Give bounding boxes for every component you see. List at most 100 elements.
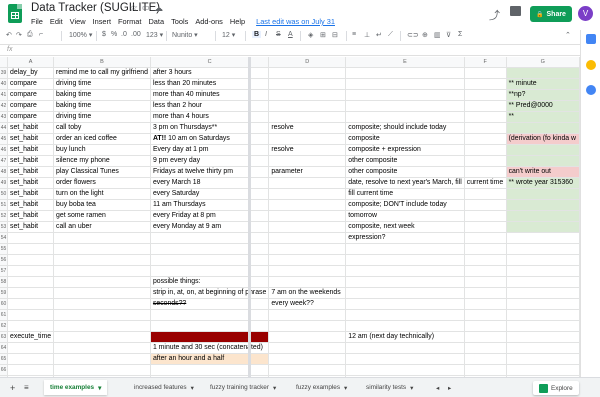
redo-icon[interactable]: ↷ [16, 31, 22, 39]
percent-format-button[interactable]: % [111, 31, 117, 38]
text-color-button[interactable]: A [288, 31, 293, 38]
cell-a[interactable] [7, 243, 55, 255]
row-header[interactable]: 59 [0, 287, 9, 299]
row-header[interactable]: 49 [0, 177, 9, 189]
avatar[interactable]: V [578, 6, 593, 21]
cell-b[interactable]: buy lunch [53, 144, 151, 156]
cell-a[interactable] [7, 353, 55, 365]
cell-e[interactable]: composite + expression [345, 144, 465, 156]
cell-e[interactable]: composite; should include today [345, 122, 465, 134]
cell-e[interactable] [345, 254, 465, 266]
row-header[interactable]: 62 [0, 320, 9, 332]
cell-g[interactable]: **np? [506, 89, 580, 101]
cell-c[interactable]: strip in, at, on, at beginning of phrase [150, 287, 270, 299]
cell-b[interactable]: get some ramen [53, 210, 151, 222]
row-header[interactable]: 61 [0, 309, 9, 321]
menu-item-addons[interactable]: Add-ons [195, 17, 223, 29]
cell-d[interactable] [268, 320, 347, 332]
chevron-down-icon[interactable]: ▾ [191, 384, 194, 392]
cell-c[interactable]: Fridays at twelve thirty pm [150, 166, 270, 178]
row-header[interactable]: 40 [0, 78, 9, 90]
cell-g[interactable] [506, 342, 580, 354]
row-header[interactable]: 54 [0, 232, 9, 244]
column-header-e[interactable]: E [345, 57, 465, 68]
column-header-b[interactable]: B [53, 57, 151, 68]
cell-c[interactable]: 3 pm on Thursdays** [150, 122, 270, 134]
cell-a[interactable]: compare [7, 78, 55, 90]
cell-c[interactable]: every Friday at 8 pm [150, 210, 270, 222]
cell-d[interactable] [268, 155, 347, 167]
row-header[interactable]: 56 [0, 254, 9, 266]
chevron-down-icon[interactable]: ▾ [98, 384, 101, 392]
cell-a[interactable]: compare [7, 111, 55, 123]
cell-f[interactable] [464, 210, 507, 222]
cell-c[interactable]: less than 20 minutes [150, 78, 270, 90]
cell-e[interactable]: fill current time [345, 188, 465, 200]
tasks-icon[interactable] [586, 85, 596, 95]
cell-a[interactable] [7, 287, 55, 299]
cell-f[interactable] [464, 353, 507, 365]
cell-g[interactable]: can't write out [506, 166, 580, 178]
cell-a[interactable]: compare [7, 100, 55, 112]
cell-b[interactable] [53, 342, 151, 354]
cell-c[interactable]: every March 18 [150, 177, 270, 189]
cell-c[interactable]: every Monday at 9 am [150, 221, 270, 233]
cell-d[interactable] [268, 309, 347, 321]
cell-a[interactable]: set_habit [7, 144, 55, 156]
cell-f[interactable] [464, 320, 507, 332]
move-folder-icon[interactable]: ▭ [142, 3, 150, 12]
row-header[interactable]: 43 [0, 111, 9, 123]
column-header-c[interactable]: C [150, 57, 270, 68]
cell-f[interactable] [464, 155, 507, 167]
italic-button[interactable]: I [265, 31, 267, 38]
cell-c[interactable]: more than 4 hours [150, 111, 270, 123]
cell-f[interactable] [464, 287, 507, 299]
cell-b[interactable] [53, 243, 151, 255]
cell-c[interactable]: after an hour and a half [150, 353, 270, 365]
cell-g[interactable] [506, 298, 580, 310]
cell-g[interactable] [506, 232, 580, 244]
cell-a[interactable]: set_habit [7, 221, 55, 233]
cell-f[interactable] [464, 100, 507, 112]
scroll-tabs-right-icon[interactable]: ▸ [442, 380, 457, 395]
cell-a[interactable]: set_habit [7, 199, 55, 211]
cell-b[interactable]: play Classical Tunes [53, 166, 151, 178]
cell-e[interactable]: other composite [345, 155, 465, 167]
cell-g[interactable] [506, 122, 580, 134]
column-header-g[interactable]: G [506, 57, 580, 68]
cell-b[interactable]: order flowers [53, 177, 151, 189]
select-all-corner[interactable] [0, 57, 9, 68]
cell-e[interactable]: composite; DON'T include today [345, 199, 465, 211]
sheet-tab[interactable]: similarity tests ▾ [360, 380, 419, 395]
cell-c[interactable]: after 3 hours [150, 67, 270, 79]
all-sheets-icon[interactable]: ≡ [18, 380, 35, 395]
cell-c[interactable] [150, 265, 270, 277]
text-rotate-icon[interactable]: ⟋ [388, 31, 393, 39]
cell-b[interactable] [53, 331, 151, 343]
cell-e[interactable] [345, 111, 465, 123]
cell-f[interactable] [464, 199, 507, 211]
menu-item-help[interactable]: Help [230, 17, 245, 29]
cell-d[interactable] [268, 276, 347, 288]
cell-e[interactable] [345, 276, 465, 288]
fill-color-icon[interactable]: ◈ [308, 31, 313, 39]
cell-b[interactable] [53, 364, 151, 376]
text-wrap-icon[interactable]: ↵ [376, 31, 382, 39]
cell-f[interactable] [464, 254, 507, 266]
increase-decimals-button[interactable]: .00 [131, 31, 141, 38]
cell-c[interactable]: Every day at 1 pm [150, 144, 270, 156]
cell-b[interactable] [53, 276, 151, 288]
number-format-select[interactable]: 123 ▾ [146, 31, 163, 39]
cell-e[interactable] [345, 353, 465, 365]
cell-d[interactable] [268, 133, 347, 145]
cell-a[interactable] [7, 254, 55, 266]
cell-e[interactable] [345, 298, 465, 310]
cell-c[interactable] [150, 254, 270, 266]
cell-d[interactable] [268, 100, 347, 112]
cell-g[interactable] [506, 265, 580, 277]
cell-g[interactable] [506, 67, 580, 79]
cell-e[interactable] [345, 309, 465, 321]
menu-item-edit[interactable]: Edit [50, 17, 63, 29]
cell-e[interactable] [345, 67, 465, 79]
sheet-tab[interactable]: fuzzy training tracker ▾ [204, 380, 282, 395]
